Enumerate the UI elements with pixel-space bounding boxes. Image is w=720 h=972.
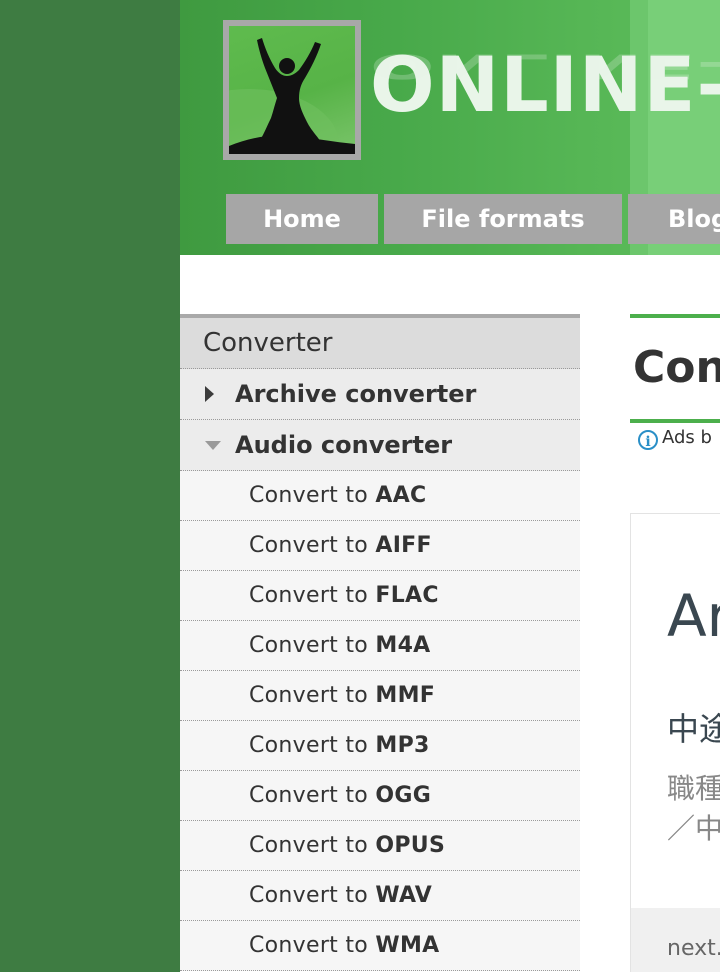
link-prefix: Convert to: [249, 783, 376, 808]
link-format: OPUS: [375, 833, 446, 858]
converter-sidebar: Converter Archive converter Audio conver…: [180, 314, 580, 971]
link-format: M4A: [375, 633, 431, 658]
nav-blog[interactable]: Blog: [628, 194, 720, 244]
link-format: AIFF: [375, 533, 432, 558]
link-prefix: Convert to: [249, 533, 376, 558]
site-header: ONLINE- ONLINE- Home File formats Blog: [180, 0, 720, 255]
link-format: WAV: [375, 883, 433, 908]
main-nav: Home File formats Blog: [226, 194, 720, 244]
link-format: AAC: [375, 483, 427, 508]
ad-body-line: ／中: [667, 812, 720, 845]
link-prefix: Convert to: [249, 833, 376, 858]
link-format: MMF: [375, 683, 436, 708]
site-brand-reflection: ONLINE-: [370, 46, 720, 87]
ad-body-line: 職種: [667, 772, 720, 805]
link-format: FLAC: [375, 583, 439, 608]
ad-body-text: 職種 ／中: [667, 769, 720, 849]
page-title: Conv: [633, 342, 720, 393]
link-format: MP3: [375, 733, 430, 758]
ads-by-label[interactable]: i Ads b: [638, 427, 720, 450]
link-prefix: Convert to: [249, 683, 376, 708]
link-format: OGG: [375, 783, 432, 808]
sidebar-link-convert-to-wma[interactable]: Convert to WMA: [180, 921, 580, 971]
ads-label-text: Ads b: [662, 427, 712, 448]
sidebar-title: Converter: [180, 318, 580, 369]
sidebar-link-convert-to-ogg[interactable]: Convert to OGG: [180, 771, 580, 821]
link-prefix: Convert to: [249, 933, 376, 958]
site-logo[interactable]: [223, 20, 361, 160]
sidebar-item-audio-converter[interactable]: Audio converter: [180, 420, 580, 471]
page-title-block: Conv: [630, 314, 720, 418]
link-prefix: Convert to: [249, 733, 376, 758]
caret-down-icon: [205, 441, 221, 450]
ad-next-link[interactable]: next.: [667, 936, 720, 961]
sidebar-link-convert-to-mmf[interactable]: Convert to MMF: [180, 671, 580, 721]
sidebar-link-convert-to-m4a[interactable]: Convert to M4A: [180, 621, 580, 671]
sidebar-link-convert-to-aac[interactable]: Convert to AAC: [180, 471, 580, 521]
info-icon: i: [638, 430, 658, 450]
link-prefix: Convert to: [249, 483, 376, 508]
sidebar-link-convert-to-opus[interactable]: Convert to OPUS: [180, 821, 580, 871]
link-prefix: Convert to: [249, 633, 376, 658]
link-prefix: Convert to: [249, 883, 376, 908]
title-divider: [630, 419, 720, 423]
advertisement-card[interactable]: Ar 中途 職種 ／中 next.: [630, 513, 720, 972]
nav-file-formats[interactable]: File formats: [384, 194, 622, 244]
ad-subheadline: 中途: [667, 710, 720, 748]
logo-figure-icon: [229, 26, 355, 154]
sidebar-link-convert-to-aiff[interactable]: Convert to AIFF: [180, 521, 580, 571]
nav-home[interactable]: Home: [226, 194, 378, 244]
caret-right-icon: [205, 386, 214, 402]
sidebar-link-convert-to-wav[interactable]: Convert to WAV: [180, 871, 580, 921]
sidebar-link-convert-to-mp3[interactable]: Convert to MP3: [180, 721, 580, 771]
sidebar-item-label: Audio converter: [235, 431, 453, 459]
ad-headline: Ar: [667, 582, 720, 650]
content-area: Converter Archive converter Audio conver…: [180, 255, 720, 972]
sidebar-item-label: Archive converter: [235, 380, 477, 408]
ad-footer: next.: [631, 908, 720, 972]
link-format: WMA: [375, 933, 440, 958]
link-prefix: Convert to: [249, 583, 376, 608]
sidebar-item-archive-converter[interactable]: Archive converter: [180, 369, 580, 420]
sidebar-link-convert-to-flac[interactable]: Convert to FLAC: [180, 571, 580, 621]
